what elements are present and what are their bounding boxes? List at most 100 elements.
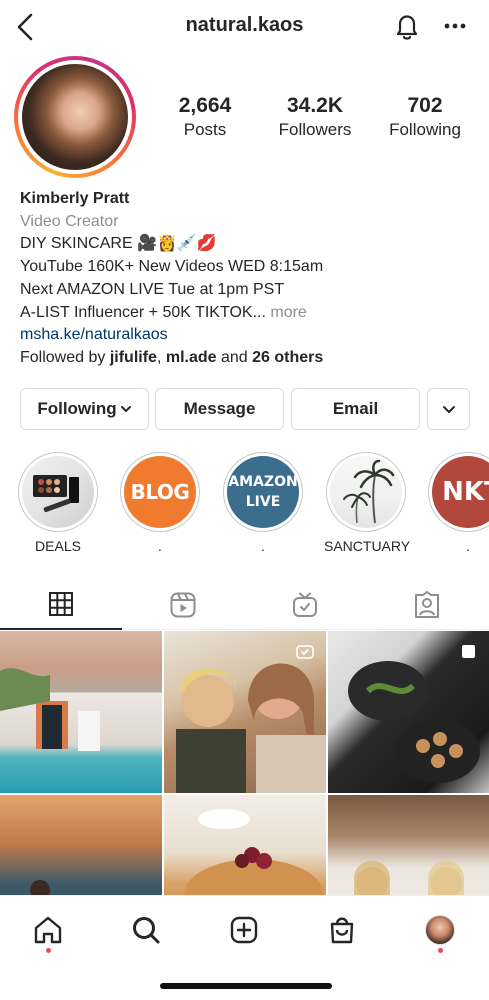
followed-by-separator: , bbox=[156, 348, 162, 366]
live-text: LIVE bbox=[245, 494, 281, 510]
followed-by-user-1[interactable]: jifulife bbox=[110, 349, 157, 366]
friends-photo bbox=[354, 861, 464, 895]
carousel-marker-icon bbox=[462, 645, 475, 658]
story-highlights: DEALS BLOG . AMAZON LIVE . SANCTUARY NK … bbox=[0, 452, 489, 562]
post-thumbnail[interactable] bbox=[328, 631, 489, 793]
highlight-deals[interactable]: DEALS bbox=[16, 452, 100, 554]
highlight-ring bbox=[326, 452, 406, 532]
top-bar: natural.kaos bbox=[0, 0, 489, 56]
nav-shop[interactable] bbox=[322, 910, 362, 950]
message-button[interactable]: Message bbox=[155, 388, 284, 430]
followed-by-prefix: Followed by bbox=[20, 348, 106, 366]
bio-line-1: DIY SKINCARE 🎥👸💉💋 bbox=[20, 235, 217, 253]
bio-website-link[interactable]: msha.ke/naturalkaos bbox=[20, 324, 480, 347]
profile-tabs bbox=[0, 580, 489, 630]
highlight-label: . bbox=[158, 538, 162, 554]
highlight-label: DEALS bbox=[35, 538, 81, 554]
post-thumbnail[interactable] bbox=[164, 795, 326, 895]
tagged-icon bbox=[415, 591, 439, 618]
profile-category: Video Creator bbox=[20, 212, 119, 230]
followed-by-others[interactable]: 26 others bbox=[252, 349, 323, 366]
highlight-nkt[interactable]: NKT . bbox=[426, 452, 489, 554]
highlight-blog-image: BLOG bbox=[124, 456, 196, 528]
reels-icon bbox=[170, 592, 196, 618]
following-count: 702 bbox=[407, 94, 443, 117]
post-grid bbox=[0, 631, 489, 895]
home-icon bbox=[34, 916, 62, 944]
followers-stat[interactable]: 34.2K Followers bbox=[260, 94, 370, 140]
tab-reels[interactable] bbox=[122, 580, 244, 630]
video-marker-icon bbox=[296, 645, 314, 659]
followed-by[interactable]: Followed by jifulife, ml.ade and 26 othe… bbox=[20, 347, 480, 370]
amazon-text: AMAZON bbox=[228, 474, 298, 490]
grid-icon bbox=[49, 592, 73, 616]
highlight-ring bbox=[18, 452, 98, 532]
avatar-border bbox=[18, 60, 132, 174]
following-label: Following bbox=[389, 120, 461, 139]
highlight-deals-image bbox=[22, 456, 94, 528]
followed-by-user-2[interactable]: ml.ade bbox=[166, 349, 217, 366]
new-post-icon bbox=[230, 916, 258, 944]
nav-profile[interactable] bbox=[420, 910, 460, 950]
more-icon[interactable] bbox=[442, 16, 468, 36]
display-name: Kimberly Pratt bbox=[20, 190, 130, 207]
following-button[interactable]: Following bbox=[20, 388, 149, 430]
bio-line-4-text: A-LIST Influencer + 50K TIKTOK... bbox=[20, 303, 266, 321]
followed-by-and: and bbox=[220, 348, 248, 366]
highlight-blog[interactable]: BLOG . bbox=[118, 452, 202, 554]
email-button[interactable]: Email bbox=[291, 388, 420, 430]
profile-notification-dot bbox=[438, 948, 443, 953]
sunset-pool-photo bbox=[30, 880, 50, 895]
search-icon bbox=[133, 917, 160, 944]
followers-count: 34.2K bbox=[286, 94, 344, 117]
bio-line-4: A-LIST Influencer + 50K TIKTOK... more bbox=[20, 302, 480, 325]
highlight-label: . bbox=[261, 538, 265, 554]
home-notification-dot bbox=[46, 948, 51, 953]
pancakes-photo bbox=[184, 809, 324, 895]
highlight-amazon-live[interactable]: AMAZON LIVE . bbox=[221, 452, 305, 554]
post-thumbnail[interactable] bbox=[0, 795, 162, 895]
posts-label: Posts bbox=[183, 120, 227, 139]
profile-avatar[interactable] bbox=[14, 56, 136, 178]
bio-line-2: YouTube 160K+ New Videos WED 8:15am bbox=[20, 258, 324, 276]
nav-home[interactable] bbox=[28, 910, 68, 950]
makeup-palette-icon bbox=[33, 475, 79, 513]
bell-icon[interactable] bbox=[393, 12, 421, 42]
followers-label: Followers bbox=[278, 120, 352, 139]
post-thumbnail[interactable] bbox=[0, 631, 162, 793]
post-thumbnail[interactable] bbox=[328, 795, 489, 895]
highlight-label: . bbox=[466, 538, 470, 554]
tab-tagged[interactable] bbox=[366, 580, 488, 630]
home-indicator bbox=[160, 983, 332, 989]
profile-avatar bbox=[425, 915, 455, 945]
tab-igtv[interactable] bbox=[244, 580, 366, 630]
chevron-down-icon bbox=[442, 406, 455, 413]
palm-tree-icon bbox=[343, 459, 395, 524]
profile-stats: 2,664 Posts 34.2K Followers 702 Followin… bbox=[150, 94, 480, 140]
following-stat[interactable]: 702 Following bbox=[370, 94, 480, 140]
nav-search[interactable] bbox=[126, 910, 166, 950]
posts-count: 2,664 bbox=[178, 94, 232, 117]
post-thumbnail[interactable] bbox=[164, 631, 326, 793]
highlight-ring: BLOG bbox=[120, 452, 200, 532]
posts-stat[interactable]: 2,664 Posts bbox=[150, 94, 260, 140]
shop-icon bbox=[330, 917, 354, 944]
highlight-nkt-image: NKT bbox=[432, 456, 489, 528]
bio-line-3: Next AMAZON LIVE Tue at 1pm PST bbox=[20, 280, 285, 298]
igtv-icon bbox=[293, 592, 317, 617]
nav-new-post[interactable] bbox=[224, 910, 264, 950]
highlight-label: SANCTUARY bbox=[324, 538, 411, 554]
highlight-sanctuary-image bbox=[330, 456, 402, 528]
highlight-amazon-image: AMAZON LIVE bbox=[227, 456, 299, 528]
highlight-ring: NKT bbox=[428, 452, 489, 532]
bio-more-link[interactable]: more bbox=[270, 304, 306, 321]
avatar-photo bbox=[22, 64, 128, 170]
highlight-sanctuary[interactable]: SANCTUARY bbox=[324, 452, 411, 554]
tab-grid[interactable] bbox=[0, 580, 122, 630]
pool-house-photo bbox=[0, 668, 100, 751]
profile-actions: Following Message Email bbox=[20, 388, 470, 430]
following-button-label: Following bbox=[37, 399, 117, 418]
profile-bio: Kimberly Pratt Video Creator DIY SKINCAR… bbox=[20, 188, 480, 370]
suggested-accounts-button[interactable] bbox=[427, 388, 470, 430]
chevron-down-icon bbox=[120, 406, 131, 412]
